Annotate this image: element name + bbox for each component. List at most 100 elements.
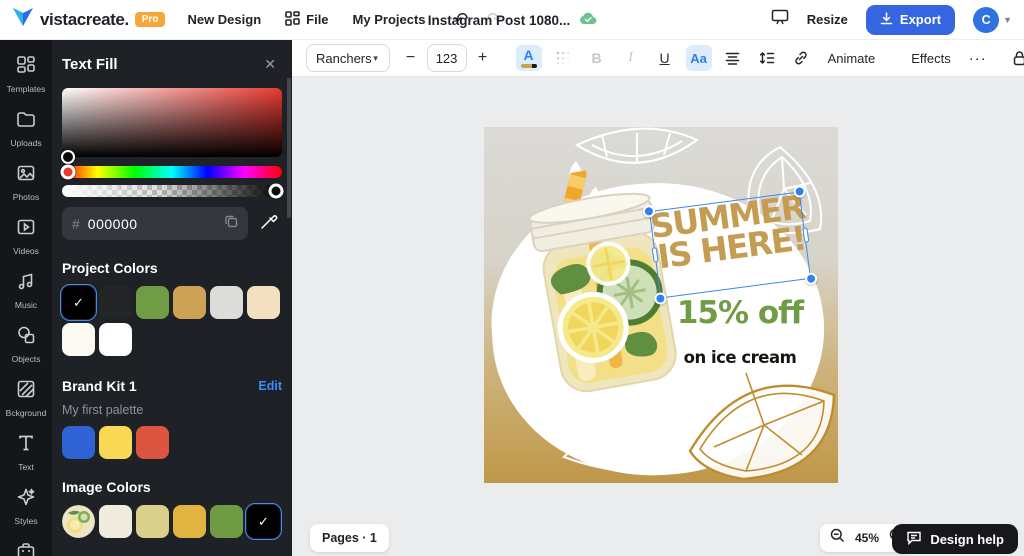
text-fill-panel: Text Fill ✕ # 000000 Project Colors xyxy=(52,40,292,556)
color-swatch[interactable] xyxy=(99,426,132,459)
text-toolbar: Ranchers ▼ − 123 + A B I U Aa Animate xyxy=(292,40,1024,77)
color-swatch[interactable] xyxy=(136,426,169,459)
color-swatch[interactable] xyxy=(136,505,169,538)
opacity-handle[interactable] xyxy=(269,184,284,199)
sparkle-icon xyxy=(16,487,36,512)
palette-name: My first palette xyxy=(62,403,282,417)
sidebar-item-templates[interactable]: Templates xyxy=(0,48,52,102)
sidebar-item-background[interactable]: Bckground xyxy=(0,372,52,426)
color-swatch[interactable] xyxy=(99,505,132,538)
bold-button[interactable]: B xyxy=(584,45,610,71)
effects-button[interactable]: Effects xyxy=(905,51,957,66)
sidebar-item-styles[interactable]: Styles xyxy=(0,480,52,534)
text-color-button[interactable]: A xyxy=(516,45,542,71)
sidebar-item-music[interactable]: Music xyxy=(0,264,52,318)
canvas-area[interactable]: SUMMER IS HERE! 15% off on ice cream Pag… xyxy=(292,77,1024,556)
copy-icon[interactable] xyxy=(224,214,238,233)
music-note-icon xyxy=(16,271,36,296)
underline-button[interactable]: U xyxy=(652,45,678,71)
export-button[interactable]: Export xyxy=(866,5,955,35)
hex-color-value: 000000 xyxy=(88,216,216,232)
saturation-handle[interactable] xyxy=(61,150,75,164)
vistacreate-logo-icon xyxy=(12,7,34,32)
italic-button[interactable]: I xyxy=(618,45,644,71)
zoom-out-icon[interactable] xyxy=(830,528,845,548)
hue-handle[interactable] xyxy=(61,165,76,180)
color-swatch[interactable] xyxy=(210,505,243,538)
image-color-thumbnail[interactable] xyxy=(62,505,95,538)
video-icon xyxy=(16,217,36,242)
resize-handle-left[interactable] xyxy=(651,247,658,263)
briefcase-icon xyxy=(16,541,36,556)
font-size-increase-button[interactable]: + xyxy=(474,49,492,67)
sidebar-rail: Templates Uploads Photos Videos Music Ob… xyxy=(0,40,52,556)
file-menu[interactable]: File xyxy=(285,11,328,29)
panel-scrollbar[interactable] xyxy=(287,78,291,218)
animate-button[interactable]: Animate xyxy=(822,51,882,66)
uppercase-button[interactable]: Aa xyxy=(686,45,712,71)
texture-fill-button[interactable] xyxy=(550,45,576,71)
opacity-slider[interactable] xyxy=(62,185,282,197)
saturation-value-picker[interactable] xyxy=(62,88,282,157)
document-title: Instagram Post 1080... xyxy=(428,13,571,28)
hex-color-input[interactable]: # 000000 xyxy=(62,207,248,240)
brand-name: vistacreate. xyxy=(40,10,129,30)
file-grid-icon xyxy=(285,11,300,29)
sidebar-item-photos[interactable]: Photos xyxy=(0,156,52,210)
new-design-button[interactable]: New Design xyxy=(187,12,261,27)
sidebar-item-objects[interactable]: Objects xyxy=(0,318,52,372)
discount-text[interactable]: 15% off xyxy=(675,295,805,331)
zoom-level[interactable]: 45% xyxy=(855,531,879,545)
color-swatch[interactable] xyxy=(62,323,95,356)
text-color-bar xyxy=(521,64,537,68)
color-swatch[interactable] xyxy=(99,323,132,356)
my-projects-button[interactable]: My Projects xyxy=(353,12,426,27)
vistacreate-logo[interactable]: vistacreate. Pro xyxy=(12,7,165,32)
sidebar-item-text[interactable]: Text xyxy=(0,426,52,480)
resize-handle-top-left[interactable] xyxy=(642,205,655,218)
close-icon[interactable]: ✕ xyxy=(258,54,282,75)
image-colors-heading: Image Colors xyxy=(62,479,282,495)
color-swatch[interactable] xyxy=(210,286,243,319)
sidebar-item-brand-kits[interactable]: Brand Kits xyxy=(0,534,52,556)
design-artboard[interactable]: SUMMER IS HERE! 15% off on ice cream xyxy=(484,127,838,483)
brand-kit-grid xyxy=(62,426,284,459)
design-help-button[interactable]: Design help xyxy=(892,524,1018,554)
color-swatch[interactable] xyxy=(136,286,169,319)
download-icon xyxy=(880,12,893,28)
brand-kit-edit-link[interactable]: Edit xyxy=(258,379,282,393)
color-swatch[interactable] xyxy=(99,286,132,319)
font-size-input[interactable]: 123 xyxy=(427,44,467,72)
image-colors-grid: ✓ xyxy=(62,505,284,538)
text-align-button[interactable] xyxy=(720,45,746,71)
panel-title: Text Fill xyxy=(62,56,118,73)
check-icon: ✓ xyxy=(62,286,95,319)
cloud-saved-icon xyxy=(579,12,596,28)
check-icon: ✓ xyxy=(247,505,280,538)
color-swatch[interactable] xyxy=(62,426,95,459)
present-icon[interactable] xyxy=(771,9,789,30)
templates-icon xyxy=(16,55,36,80)
color-swatch[interactable] xyxy=(173,505,206,538)
sidebar-item-videos[interactable]: Videos xyxy=(0,210,52,264)
line-spacing-button[interactable] xyxy=(754,45,780,71)
color-swatch[interactable] xyxy=(173,286,206,319)
color-swatch[interactable]: ✓ xyxy=(62,286,95,319)
link-button[interactable] xyxy=(788,45,814,71)
eyedropper-icon[interactable] xyxy=(260,212,278,235)
more-options-button[interactable]: ··· xyxy=(965,50,991,67)
resize-button[interactable]: Resize xyxy=(807,12,848,27)
app-window: vistacreate. Pro New Design File My Proj… xyxy=(0,0,1024,556)
product-text[interactable]: on ice cream xyxy=(675,348,805,367)
color-swatch[interactable] xyxy=(247,286,280,319)
project-colors-grid: ✓ xyxy=(62,286,284,356)
lock-button[interactable] xyxy=(1007,45,1024,71)
color-swatch[interactable]: ✓ xyxy=(247,505,280,538)
pages-button[interactable]: Pages · 1 xyxy=(310,524,389,552)
account-menu[interactable]: C ▼ xyxy=(973,7,1012,33)
document-title-group[interactable]: Instagram Post 1080... xyxy=(428,0,597,40)
sidebar-item-uploads[interactable]: Uploads xyxy=(0,102,52,156)
font-family-select[interactable]: Ranchers ▼ xyxy=(306,44,390,72)
hue-slider[interactable] xyxy=(62,166,282,178)
font-size-decrease-button[interactable]: − xyxy=(402,49,420,67)
